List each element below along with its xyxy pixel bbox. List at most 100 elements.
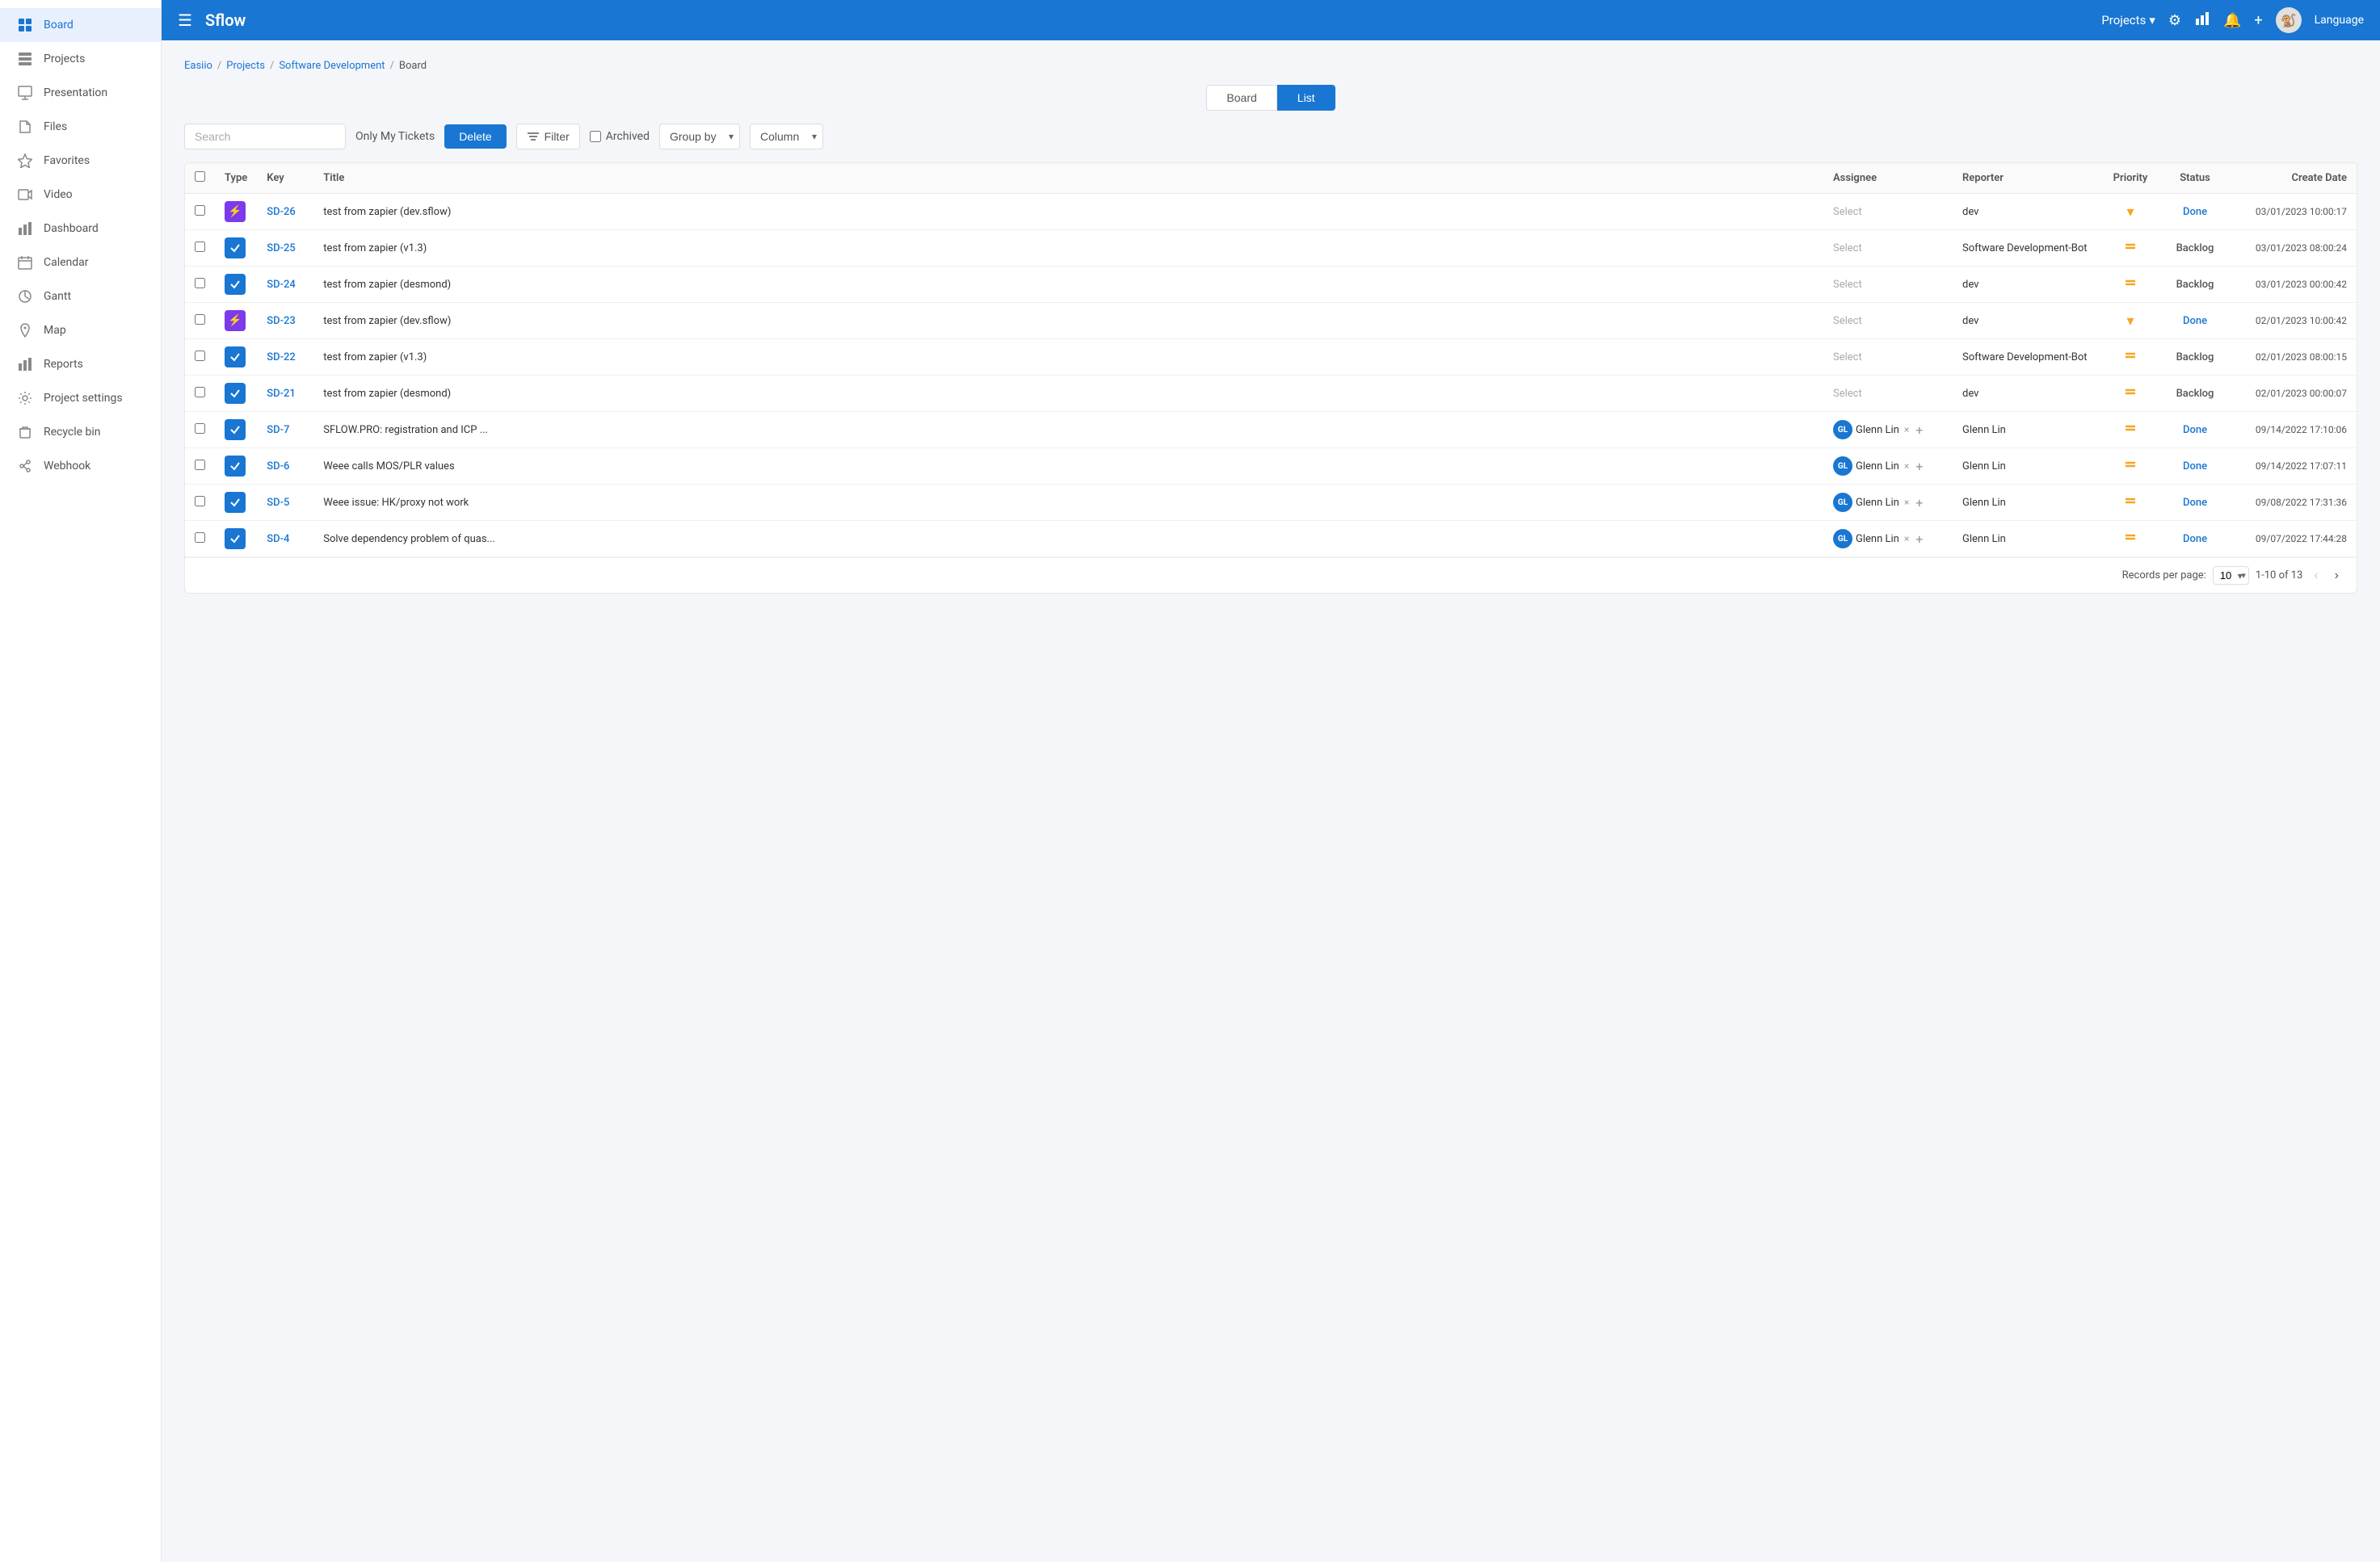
gantt-icon: [16, 288, 34, 305]
per-page-select[interactable]: 10 20 50: [2213, 566, 2249, 585]
sidebar-item-webhook[interactable]: Webhook: [0, 449, 161, 483]
sidebar-item-projects[interactable]: Projects: [0, 42, 161, 76]
list-view-button[interactable]: List: [1277, 85, 1335, 111]
row-checkbox[interactable]: [195, 314, 205, 325]
reporter-cell: Glenn Lin: [1953, 521, 2098, 557]
remove-assignee-button[interactable]: ×: [1904, 460, 1909, 472]
priority-dropdown-icon[interactable]: ▾: [2126, 313, 2134, 330]
date-cell: 02/01/2023 10:00:42: [2227, 303, 2357, 339]
ticket-key-link[interactable]: SD-7: [267, 424, 289, 436]
remove-assignee-button[interactable]: ×: [1904, 533, 1909, 544]
row-checkbox[interactable]: [195, 496, 205, 506]
priority-cell: [2098, 485, 2163, 521]
sidebar-item-map[interactable]: Map: [0, 313, 161, 347]
board-view-button[interactable]: Board: [1206, 85, 1276, 111]
pagination: Records per page: 10 20 50 ▾ 1-10 of 13 …: [185, 557, 2357, 593]
filter-label: Filter: [545, 130, 570, 143]
projects-menu[interactable]: Projects ▾: [2101, 13, 2155, 27]
row-checkbox[interactable]: [195, 278, 205, 288]
create-date: 09/14/2022 17:10:06: [2256, 424, 2347, 435]
sidebar-label-map: Map: [44, 324, 66, 337]
select-all-checkbox[interactable]: [195, 171, 205, 182]
settings-icon[interactable]: ⚙: [2168, 12, 2181, 29]
sidebar-item-files[interactable]: Files: [0, 110, 161, 144]
assignee-select[interactable]: Select: [1833, 315, 1862, 327]
reporter-cell: dev: [1953, 303, 2098, 339]
ticket-key-link[interactable]: SD-24: [267, 279, 296, 291]
header-title: Title: [313, 163, 1823, 194]
search-input[interactable]: [184, 124, 346, 149]
assignee-name: Glenn Lin: [1856, 497, 1899, 509]
breadcrumb-projects[interactable]: Projects: [226, 60, 265, 72]
row-checkbox[interactable]: [195, 205, 205, 216]
next-page-button[interactable]: ›: [2330, 567, 2344, 585]
filter-button[interactable]: Filter: [516, 124, 580, 149]
ticket-key-link[interactable]: SD-5: [267, 497, 289, 509]
assignee-cell: Select: [1823, 339, 1953, 376]
ticket-key-link[interactable]: SD-25: [267, 242, 296, 254]
ticket-title: test from zapier (desmond): [313, 376, 1823, 412]
column-wrap: Column: [750, 124, 823, 149]
sidebar-item-dashboard[interactable]: Dashboard: [0, 212, 161, 246]
remove-assignee-button[interactable]: ×: [1904, 497, 1909, 508]
projects-label: Projects: [2101, 13, 2146, 27]
add-assignee-button[interactable]: +: [1915, 459, 1923, 474]
view-toggle: Board List: [184, 85, 2357, 111]
sidebar-item-board[interactable]: Board: [0, 8, 161, 42]
breadcrumb-easiio[interactable]: Easiio: [184, 60, 212, 72]
per-page-wrap: 10 20 50 ▾: [2213, 566, 2249, 585]
favorites-icon: [16, 152, 34, 170]
sidebar-item-recycle-bin[interactable]: Recycle bin: [0, 415, 161, 449]
prev-page-button[interactable]: ‹: [2309, 567, 2323, 585]
breadcrumb-software-development[interactable]: Software Development: [279, 60, 385, 72]
type-badge: [225, 274, 246, 295]
ticket-key-link[interactable]: SD-4: [267, 533, 289, 545]
avatar[interactable]: 🐒: [2276, 7, 2302, 33]
add-assignee-button[interactable]: +: [1915, 422, 1923, 438]
delete-button[interactable]: Delete: [444, 124, 506, 149]
row-checkbox[interactable]: [195, 387, 205, 397]
assignee-select[interactable]: Select: [1833, 351, 1862, 363]
sidebar-item-favorites[interactable]: Favorites: [0, 144, 161, 178]
sidebar-item-project-settings[interactable]: Project settings: [0, 381, 161, 415]
add-assignee-button[interactable]: +: [1915, 531, 1923, 547]
sidebar-item-video[interactable]: Video: [0, 178, 161, 212]
priority-dropdown-icon[interactable]: ▾: [2126, 204, 2134, 220]
sidebar-item-gantt[interactable]: Gantt: [0, 279, 161, 313]
assignee-select[interactable]: Select: [1833, 279, 1862, 291]
sidebar-item-presentation[interactable]: Presentation: [0, 76, 161, 110]
groupby-select[interactable]: Group by: [659, 124, 740, 149]
add-assignee-button[interactable]: +: [1915, 495, 1923, 510]
archived-checkbox[interactable]: [590, 131, 601, 142]
ticket-key-link[interactable]: SD-26: [267, 206, 296, 218]
assignee-chip: GLGlenn Lin×+: [1833, 529, 1943, 548]
sidebar-item-calendar[interactable]: Calendar: [0, 246, 161, 279]
ticket-key-link[interactable]: SD-23: [267, 315, 296, 327]
row-checkbox[interactable]: [195, 241, 205, 252]
assignee-select[interactable]: Select: [1833, 206, 1862, 218]
row-checkbox[interactable]: [195, 532, 205, 543]
reporter-cell: Software Development-Bot: [1953, 230, 2098, 267]
remove-assignee-button[interactable]: ×: [1904, 424, 1909, 435]
row-checkbox[interactable]: [195, 460, 205, 470]
ticket-key-link[interactable]: SD-6: [267, 460, 289, 472]
language-button[interactable]: Language: [2315, 14, 2364, 27]
assignee-select[interactable]: Select: [1833, 242, 1862, 254]
column-select[interactable]: Column: [750, 124, 823, 149]
date-cell: 02/01/2023 00:00:07: [2227, 376, 2357, 412]
ticket-key-link[interactable]: SD-21: [267, 388, 296, 400]
add-icon[interactable]: +: [2254, 12, 2262, 29]
chart-icon[interactable]: [2194, 10, 2210, 31]
status-cell: Done: [2163, 485, 2227, 521]
sidebar-label-files: Files: [44, 120, 67, 133]
notification-icon[interactable]: 🔔: [2223, 12, 2241, 29]
menu-icon[interactable]: ☰: [178, 10, 192, 30]
sidebar-item-reports[interactable]: Reports: [0, 347, 161, 381]
row-checkbox[interactable]: [195, 351, 205, 361]
ticket-title: test from zapier (desmond): [313, 267, 1823, 303]
row-checkbox[interactable]: [195, 423, 205, 434]
sidebar-label-webhook: Webhook: [44, 460, 90, 472]
ticket-key-link[interactable]: SD-22: [267, 351, 296, 363]
assignee-select[interactable]: Select: [1833, 388, 1862, 400]
assignee-name: Glenn Lin: [1856, 460, 1899, 472]
